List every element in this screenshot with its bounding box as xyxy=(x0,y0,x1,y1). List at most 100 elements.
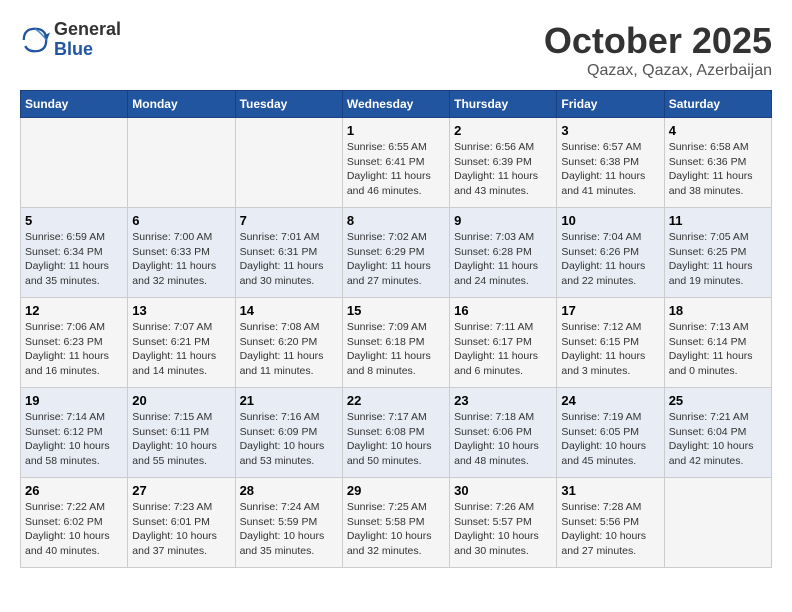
day-number: 13 xyxy=(132,303,230,318)
calendar-cell: 18 Sunrise: 7:13 AMSunset: 6:14 PMDayligh… xyxy=(664,298,771,388)
day-info: Sunrise: 6:58 AMSunset: 6:36 PMDaylight:… xyxy=(669,140,767,199)
day-number: 10 xyxy=(561,213,659,228)
day-info: Sunrise: 6:59 AMSunset: 6:34 PMDaylight:… xyxy=(25,230,123,289)
day-number: 12 xyxy=(25,303,123,318)
day-info: Sunrise: 7:08 AMSunset: 6:20 PMDaylight:… xyxy=(240,320,338,379)
day-info: Sunrise: 7:04 AMSunset: 6:26 PMDaylight:… xyxy=(561,230,659,289)
day-number: 31 xyxy=(561,483,659,498)
calendar-cell: 19 Sunrise: 7:14 AMSunset: 6:12 PMDayligh… xyxy=(21,388,128,478)
day-number: 5 xyxy=(25,213,123,228)
day-number: 15 xyxy=(347,303,445,318)
day-number: 1 xyxy=(347,123,445,138)
day-info: Sunrise: 7:05 AMSunset: 6:25 PMDaylight:… xyxy=(669,230,767,289)
calendar-cell: 15 Sunrise: 7:09 AMSunset: 6:18 PMDayligh… xyxy=(342,298,449,388)
calendar-cell: 5 Sunrise: 6:59 AMSunset: 6:34 PMDaylight… xyxy=(21,208,128,298)
logo: General Blue xyxy=(20,20,121,60)
calendar-cell: 16Sunrise: 7:11 AMSunset: 6:17 PMDayligh… xyxy=(450,298,557,388)
logo-icon xyxy=(20,25,50,55)
calendar-cell: 17 Sunrise: 7:12 AMSunset: 6:15 PMDayligh… xyxy=(557,298,664,388)
calendar-cell: 3 Sunrise: 6:57 AMSunset: 6:38 PMDaylight… xyxy=(557,118,664,208)
calendar-cell: 20 Sunrise: 7:15 AMSunset: 6:11 PMDayligh… xyxy=(128,388,235,478)
day-number: 30 xyxy=(454,483,552,498)
calendar-cell: 27Sunrise: 7:23 AMSunset: 6:01 PMDayligh… xyxy=(128,478,235,568)
day-info: Sunrise: 7:21 AMSunset: 6:04 PMDaylight:… xyxy=(669,410,767,469)
calendar-week-row: 5 Sunrise: 6:59 AMSunset: 6:34 PMDaylight… xyxy=(21,208,772,298)
day-number: 26 xyxy=(25,483,123,498)
day-number: 2 xyxy=(454,123,552,138)
day-info: Sunrise: 7:07 AMSunset: 6:21 PMDaylight:… xyxy=(132,320,230,379)
day-info: Sunrise: 6:56 AMSunset: 6:39 PMDaylight:… xyxy=(454,140,552,199)
day-number: 14 xyxy=(240,303,338,318)
calendar-cell: 1 Sunrise: 6:55 AMSunset: 6:41 PMDaylight… xyxy=(342,118,449,208)
calendar-cell: 7Sunrise: 7:01 AMSunset: 6:31 PMDaylight… xyxy=(235,208,342,298)
day-info: Sunrise: 7:19 AMSunset: 6:05 PMDaylight:… xyxy=(561,410,659,469)
header-row: SundayMondayTuesdayWednesdayThursdayFrid… xyxy=(21,91,772,118)
day-number: 21 xyxy=(240,393,338,408)
day-info: Sunrise: 7:03 AMSunset: 6:28 PMDaylight:… xyxy=(454,230,552,289)
day-number: 3 xyxy=(561,123,659,138)
day-number: 11 xyxy=(669,213,767,228)
calendar-cell xyxy=(664,478,771,568)
day-info: Sunrise: 7:00 AMSunset: 6:33 PMDaylight:… xyxy=(132,230,230,289)
day-number: 25 xyxy=(669,393,767,408)
day-info: Sunrise: 7:09 AMSunset: 6:18 PMDaylight:… xyxy=(347,320,445,379)
day-number: 27 xyxy=(132,483,230,498)
calendar-cell: 30Sunrise: 7:26 AMSunset: 5:57 PMDayligh… xyxy=(450,478,557,568)
day-info: Sunrise: 7:24 AMSunset: 5:59 PMDaylight:… xyxy=(240,500,338,559)
day-number: 19 xyxy=(25,393,123,408)
calendar-week-row: 12 Sunrise: 7:06 AMSunset: 6:23 PMDayligh… xyxy=(21,298,772,388)
calendar-cell: 22Sunrise: 7:17 AMSunset: 6:08 PMDayligh… xyxy=(342,388,449,478)
calendar-cell: 8Sunrise: 7:02 AMSunset: 6:29 PMDaylight… xyxy=(342,208,449,298)
month-title: October 2025 xyxy=(544,20,772,62)
day-number: 23 xyxy=(454,393,552,408)
location-subtitle: Qazax, Qazax, Azerbaijan xyxy=(544,62,772,80)
day-info: Sunrise: 7:02 AMSunset: 6:29 PMDaylight:… xyxy=(347,230,445,289)
day-info: Sunrise: 6:55 AMSunset: 6:41 PMDaylight:… xyxy=(347,140,445,199)
calendar-cell: 29Sunrise: 7:25 AMSunset: 5:58 PMDayligh… xyxy=(342,478,449,568)
header-day: Sunday xyxy=(21,91,128,118)
header-day: Saturday xyxy=(664,91,771,118)
calendar-cell xyxy=(235,118,342,208)
day-info: Sunrise: 7:06 AMSunset: 6:23 PMDaylight:… xyxy=(25,320,123,379)
logo-blue: Blue xyxy=(54,40,121,60)
calendar-week-row: 26 Sunrise: 7:22 AMSunset: 6:02 PMDayligh… xyxy=(21,478,772,568)
day-info: Sunrise: 7:18 AMSunset: 6:06 PMDaylight:… xyxy=(454,410,552,469)
calendar-cell: 12 Sunrise: 7:06 AMSunset: 6:23 PMDayligh… xyxy=(21,298,128,388)
day-info: Sunrise: 7:15 AMSunset: 6:11 PMDaylight:… xyxy=(132,410,230,469)
page-header: General Blue October 2025 Qazax, Qazax, … xyxy=(20,20,772,80)
calendar-cell: 9 Sunrise: 7:03 AMSunset: 6:28 PMDaylight… xyxy=(450,208,557,298)
day-info: Sunrise: 7:22 AMSunset: 6:02 PMDaylight:… xyxy=(25,500,123,559)
calendar-cell: 14 Sunrise: 7:08 AMSunset: 6:20 PMDayligh… xyxy=(235,298,342,388)
calendar-cell: 23 Sunrise: 7:18 AMSunset: 6:06 PMDayligh… xyxy=(450,388,557,478)
day-info: Sunrise: 7:12 AMSunset: 6:15 PMDaylight:… xyxy=(561,320,659,379)
calendar-table: SundayMondayTuesdayWednesdayThursdayFrid… xyxy=(20,90,772,568)
calendar-cell: 28Sunrise: 7:24 AMSunset: 5:59 PMDayligh… xyxy=(235,478,342,568)
day-info: Sunrise: 7:28 AMSunset: 5:56 PMDaylight:… xyxy=(561,500,659,559)
calendar-cell: 24 Sunrise: 7:19 AMSunset: 6:05 PMDayligh… xyxy=(557,388,664,478)
day-number: 18 xyxy=(669,303,767,318)
calendar-cell: 11 Sunrise: 7:05 AMSunset: 6:25 PMDayligh… xyxy=(664,208,771,298)
calendar-cell: 25 Sunrise: 7:21 AMSunset: 6:04 PMDayligh… xyxy=(664,388,771,478)
day-number: 4 xyxy=(669,123,767,138)
logo-general: General xyxy=(54,20,121,40)
logo-text: General Blue xyxy=(54,20,121,60)
day-number: 9 xyxy=(454,213,552,228)
calendar-cell: 31 Sunrise: 7:28 AMSunset: 5:56 PMDayligh… xyxy=(557,478,664,568)
day-number: 24 xyxy=(561,393,659,408)
day-number: 29 xyxy=(347,483,445,498)
day-info: Sunrise: 7:14 AMSunset: 6:12 PMDaylight:… xyxy=(25,410,123,469)
calendar-cell: 2 Sunrise: 6:56 AMSunset: 6:39 PMDaylight… xyxy=(450,118,557,208)
day-info: Sunrise: 7:01 AMSunset: 6:31 PMDaylight:… xyxy=(240,230,338,289)
header-day: Tuesday xyxy=(235,91,342,118)
calendar-week-row: 19 Sunrise: 7:14 AMSunset: 6:12 PMDayligh… xyxy=(21,388,772,478)
calendar-cell: 26 Sunrise: 7:22 AMSunset: 6:02 PMDayligh… xyxy=(21,478,128,568)
header-day: Thursday xyxy=(450,91,557,118)
day-number: 17 xyxy=(561,303,659,318)
day-info: Sunrise: 7:13 AMSunset: 6:14 PMDaylight:… xyxy=(669,320,767,379)
day-info: Sunrise: 6:57 AMSunset: 6:38 PMDaylight:… xyxy=(561,140,659,199)
calendar-cell xyxy=(128,118,235,208)
header-day: Monday xyxy=(128,91,235,118)
day-number: 20 xyxy=(132,393,230,408)
calendar-cell: 10 Sunrise: 7:04 AMSunset: 6:26 PMDayligh… xyxy=(557,208,664,298)
day-number: 16 xyxy=(454,303,552,318)
